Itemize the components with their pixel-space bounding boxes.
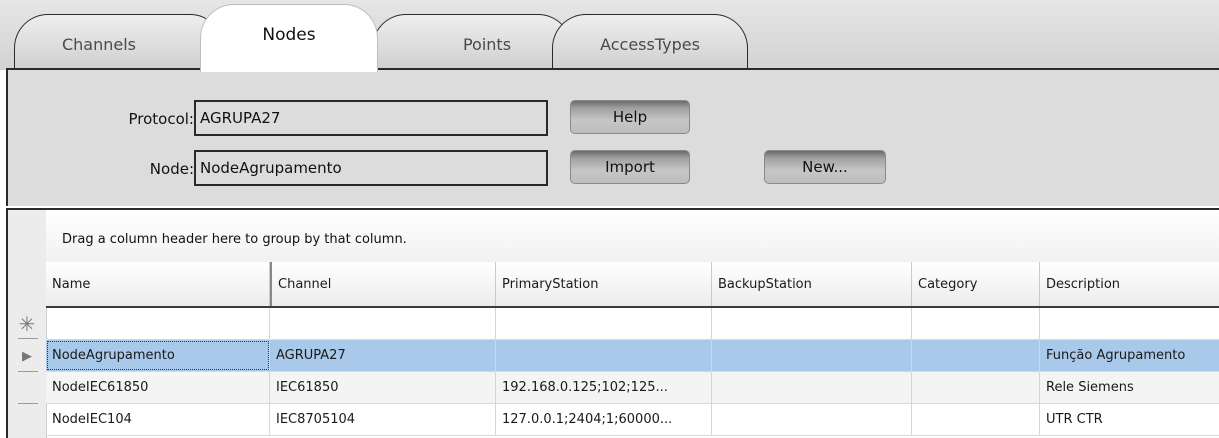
column-header-category[interactable]: Category [912,262,1040,306]
table-cell-primarystation[interactable] [496,340,712,371]
import-button[interactable]: Import [570,150,690,184]
row-separator [18,371,38,372]
table-cell-name[interactable]: NodeIEC104 [46,404,270,435]
asterisk-icon: ✳ [18,312,36,336]
row-separator [18,403,38,404]
table-row[interactable]: NodeIEC104 IEC8705104 127.0.0.1;2404;1;6… [46,404,1219,436]
table-cell-backupstation[interactable] [712,404,912,435]
tab-strip: Channels Points AccessTypes Nodes [0,0,1219,72]
new-row-cell[interactable] [1040,308,1219,339]
triangle-right-icon: ▶ [22,348,32,364]
table-row[interactable]: NodeIEC61850 IEC61850 192.168.0.125;102;… [46,372,1219,404]
new-row[interactable] [46,308,1219,340]
table-cell-name[interactable]: NodeIEC61850 [46,372,270,403]
column-header-primarystation[interactable]: PrimaryStation [496,262,712,306]
table-cell-backupstation[interactable] [712,372,912,403]
table-cell-description[interactable]: Função Agrupamento [1040,340,1219,371]
table-cell-description[interactable]: Rele Siemens [1040,372,1219,403]
new-row-cell[interactable] [712,308,912,339]
group-by-panel[interactable]: Drag a column header here to group by th… [46,210,1219,262]
tab-accesstypes[interactable]: AccessTypes [552,14,748,70]
table-cell-backupstation[interactable] [712,340,912,371]
tab-channels-label: Channels [61,35,137,54]
nodes-grid: Drag a column header here to group by th… [6,208,1219,438]
node-form-panel: Protocol: Node: Help Import New... [6,68,1219,206]
table-cell-category[interactable] [912,372,1040,403]
tab-nodes-label: Nodes [262,25,316,45]
protocol-field[interactable] [194,100,548,136]
new-button[interactable]: New... [764,150,886,184]
table-cell-channel[interactable]: IEC8705104 [270,404,496,435]
column-header-channel[interactable]: Channel [270,262,496,306]
node-label: Node: [149,160,194,178]
table-cell-description[interactable]: UTR CTR [1040,404,1219,435]
node-field[interactable] [194,150,548,186]
new-row-cell[interactable] [270,308,496,339]
table-cell-channel[interactable]: AGRUPA27 [270,340,496,371]
table-cell-category[interactable] [912,340,1040,371]
tab-points-label: Points [462,35,512,54]
group-by-hint: Drag a column header here to group by th… [62,232,407,247]
table-cell-category[interactable] [912,404,1040,435]
protocol-label: Protocol: [128,110,194,128]
table-cell-primarystation[interactable]: 127.0.0.1;2404;1;60000... [496,404,712,435]
new-row-cell[interactable] [46,308,270,339]
table-cell-name[interactable]: NodeAgrupamento [46,340,270,371]
tab-channels[interactable]: Channels [14,14,224,70]
tab-nodes[interactable]: Nodes [200,4,378,72]
column-header-row: Name Channel PrimaryStation BackupStatio… [46,262,1219,308]
column-header-description[interactable]: Description [1040,262,1219,306]
new-row-cell[interactable] [496,308,712,339]
row-separator [18,338,38,339]
new-row-cell[interactable] [912,308,1040,339]
table-row[interactable]: NodeAgrupamento AGRUPA27 Função Agrupame… [46,340,1219,372]
column-header-name[interactable]: Name [46,262,270,306]
help-button[interactable]: Help [570,100,690,134]
table-cell-channel[interactable]: IEC61850 [270,372,496,403]
tab-accesstypes-label: AccessTypes [600,35,700,54]
table-cell-primarystation[interactable]: 192.168.0.125;102;125... [496,372,712,403]
tab-points[interactable]: Points [372,14,572,70]
column-header-backupstation[interactable]: BackupStation [712,262,912,306]
